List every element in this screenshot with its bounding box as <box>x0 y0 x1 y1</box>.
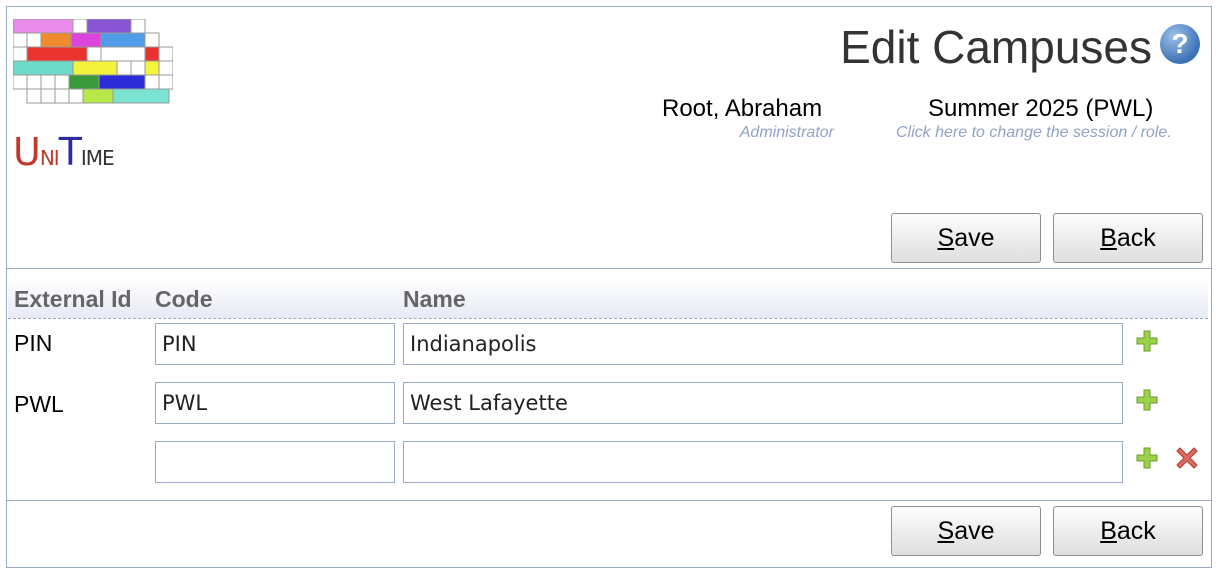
session-hint[interactable]: Click here to change the session / role. <box>896 124 1172 142</box>
row-1-external-id: PIN <box>14 330 53 356</box>
row-2-name-input[interactable]: West Lafayette <box>403 382 1123 424</box>
row-3-code-input[interactable] <box>155 441 395 483</box>
row-2-external-id: PWL <box>14 391 64 417</box>
back-button-bottom[interactable]: Back <box>1053 506 1203 556</box>
divider-bottom <box>6 500 1212 501</box>
user-role: Administrator <box>739 124 834 141</box>
add-row-icon[interactable] <box>1135 388 1159 412</box>
delete-row-icon[interactable] <box>1175 446 1199 470</box>
column-header-code: Code <box>155 286 213 312</box>
table-header: External Id Code Name <box>8 278 1208 319</box>
save-accesskey: S <box>937 224 955 252</box>
add-row-icon[interactable] <box>1135 446 1159 470</box>
column-header-external-id: External Id <box>14 286 132 312</box>
row-2-code-input[interactable]: PWL <box>155 382 395 424</box>
page-title: Edit Campuses <box>840 21 1152 73</box>
save-button-top[interactable]: Save <box>891 213 1041 263</box>
back-accesskey: B <box>1100 517 1117 545</box>
unitime-logo-text: UniTime <box>13 130 115 174</box>
user-name: Root, Abraham <box>662 95 823 122</box>
back-label: ack <box>1116 224 1156 252</box>
row-1-name-input[interactable]: Indianapolis <box>403 323 1123 365</box>
back-label: ack <box>1116 517 1156 545</box>
save-label: ave <box>954 517 995 545</box>
session-name[interactable]: Summer 2025 (PWL) <box>928 95 1153 123</box>
row-1-code-input[interactable]: PIN <box>155 323 395 365</box>
add-row-icon[interactable] <box>1135 329 1159 353</box>
help-icon[interactable]: ? <box>1160 24 1200 64</box>
save-button-bottom[interactable]: Save <box>891 506 1041 556</box>
divider-top <box>6 268 1212 269</box>
column-header-name: Name <box>403 286 466 312</box>
back-button-top[interactable]: Back <box>1053 213 1203 263</box>
row-3-name-input[interactable] <box>403 441 1123 483</box>
save-accesskey: S <box>937 517 955 545</box>
save-label: ave <box>954 224 995 252</box>
back-accesskey: B <box>1100 224 1117 252</box>
